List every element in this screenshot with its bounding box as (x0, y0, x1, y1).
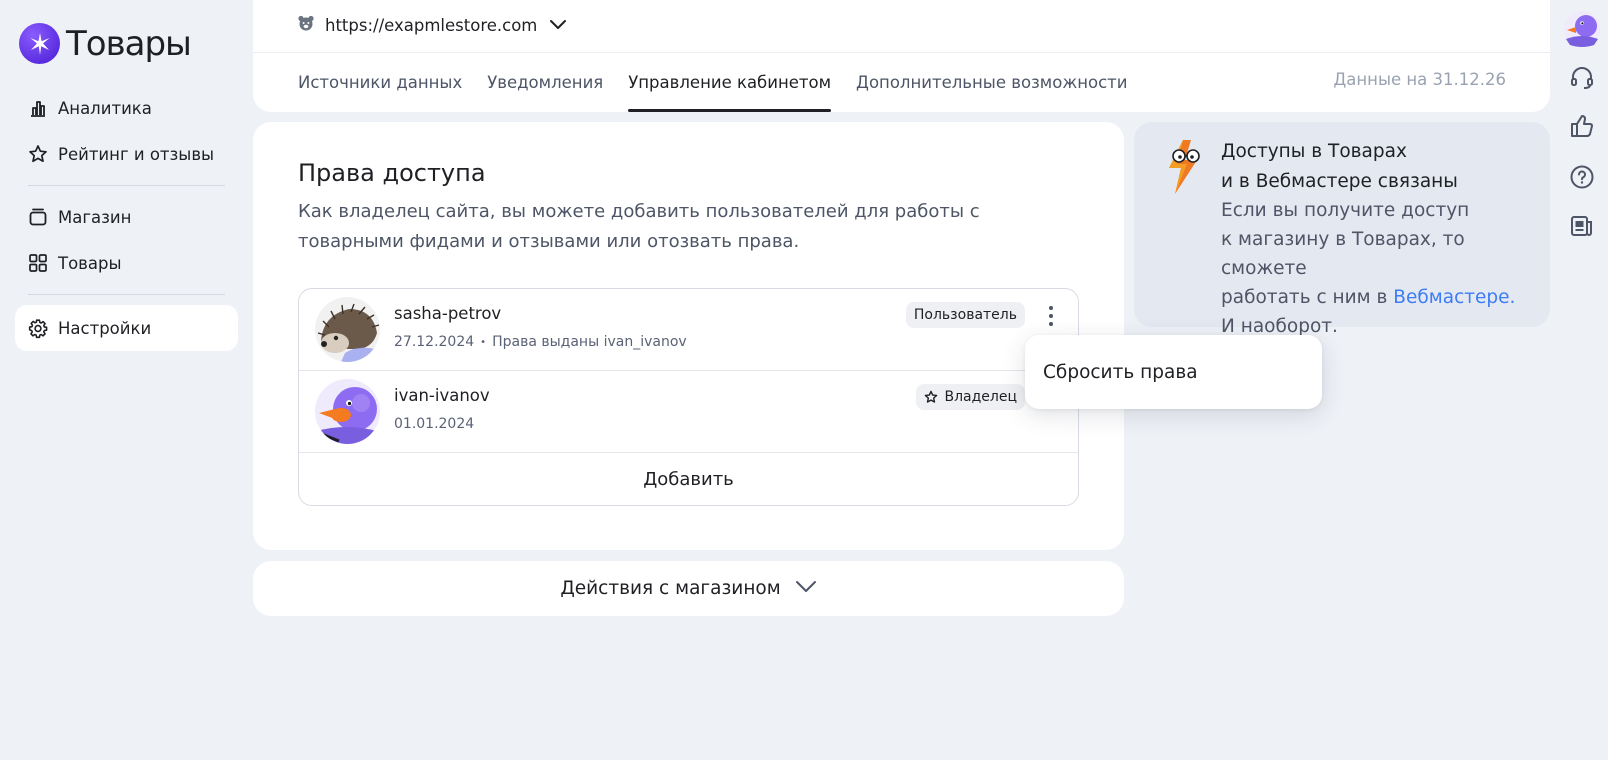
sidebar-item-label: Товары (58, 253, 122, 273)
chevron-down-icon (549, 16, 567, 35)
webmaster-link[interactable]: Вебмастере. (1393, 287, 1515, 308)
star-icon (924, 390, 938, 404)
sidebar-nav: Аналитика Рейтинг и отзывы Магазин Товар… (15, 85, 238, 351)
list-item: ivan-ivanov 01.01.2024 Владелец (299, 371, 1078, 453)
list-item: sasha-petrov 27.12.2024 • Права выданы i… (299, 289, 1078, 371)
section-description: Как владелец сайта, вы можете добавить п… (298, 201, 980, 252)
separator-dot: • (480, 336, 487, 348)
sidebar-item-store[interactable]: Магазин (15, 194, 238, 240)
sidebar-item-label: Рейтинг и отзывы (58, 144, 215, 164)
grid-icon (28, 253, 48, 273)
help-icon[interactable] (1564, 159, 1600, 195)
user-actions-menu: Сбросить права (1025, 335, 1322, 409)
info-title-line: Доступы в Товарах (1221, 141, 1407, 162)
news-icon[interactable] (1564, 208, 1600, 244)
chart-bar-icon (28, 98, 48, 118)
section-title: Права доступа (298, 159, 486, 187)
app-title: Товары (66, 23, 192, 64)
support-headset-icon[interactable] (1564, 60, 1600, 96)
sidebar-item-label: Магазин (58, 207, 132, 227)
sidebar: Товары Аналитика Рейтинг и отзывы Магази… (0, 0, 245, 760)
access-card: Права доступа Как владелец сайта, вы мож… (253, 122, 1124, 550)
star-icon (28, 144, 48, 164)
tab-notifications[interactable]: Уведомления (487, 52, 603, 112)
sidebar-divider (28, 294, 225, 295)
user-date: 01.01.2024 (394, 416, 475, 432)
store-actions-toggle[interactable]: Действия с магазином (253, 561, 1124, 616)
add-user-button[interactable]: Добавить (299, 453, 1078, 505)
tab-data-sources[interactable]: Источники данных (298, 52, 462, 112)
sidebar-divider (28, 185, 225, 186)
sidebar-item-products[interactable]: Товары (15, 240, 238, 286)
more-options-icon[interactable] (1041, 304, 1061, 328)
info-text: Если вы получите доступ к магазину в Тов… (1221, 196, 1541, 341)
user-meta: 01.01.2024 (394, 416, 474, 432)
tab-additional-features[interactable]: Дополнительные возможности (856, 52, 1127, 112)
info-text-line: Если вы получите доступ (1221, 200, 1470, 221)
avatar-duck (315, 379, 380, 444)
user-name: sasha-petrov (394, 304, 502, 323)
header-card: https://exapmlestore.com Источники данны… (253, 0, 1550, 112)
store-icon (28, 207, 48, 227)
logo-star-icon (19, 23, 60, 64)
info-text-fragment: работать с ним в (1221, 287, 1388, 308)
info-card: Доступы в Товарах и в Вебмастере связаны… (1134, 122, 1550, 337)
info-title: Доступы в Товарах и в Вебмастере связаны (1221, 137, 1541, 197)
thumbs-up-icon[interactable] (1564, 108, 1600, 144)
user-date: 27.12.2024 (394, 334, 475, 350)
role-badge-owner: Владелец (916, 384, 1025, 410)
sidebar-item-label: Настройки (58, 318, 152, 338)
info-text-line: к магазину в Товарах, то сможете (1221, 229, 1465, 279)
role-label: Владелец (944, 389, 1017, 405)
info-text-line: работать с ним в Вебмастере. (1221, 283, 1541, 312)
role-badge: Пользователь (905, 302, 1025, 328)
store-actions-label: Действия с магазином (560, 578, 781, 599)
chevron-down-icon (795, 579, 817, 598)
users-list: sasha-petrov 27.12.2024 • Права выданы i… (298, 288, 1079, 506)
info-title-line: и в Вебмастере связаны (1221, 171, 1458, 192)
bear-site-icon (297, 14, 315, 36)
user-name: ivan-ivanov (394, 386, 490, 405)
gear-icon (28, 318, 48, 338)
right-rail (1558, 0, 1608, 760)
user-granted-by: Права выданы ivan_ivanov (492, 334, 687, 350)
app-logo[interactable]: Товары (19, 23, 192, 64)
data-date: Данные на 31.12.26 (1333, 70, 1506, 89)
tabs: Источники данных Уведомления Управление … (298, 52, 1153, 112)
user-avatar[interactable] (1564, 11, 1600, 47)
tab-account-management[interactable]: Управление кабинетом (628, 52, 831, 112)
user-meta: 27.12.2024 • Права выданы ivan_ivanov (394, 334, 687, 350)
sidebar-item-label: Аналитика (58, 98, 152, 118)
sidebar-item-analytics[interactable]: Аналитика (15, 85, 238, 131)
sidebar-item-reviews[interactable]: Рейтинг и отзывы (15, 131, 238, 177)
lightning-mascot-icon (1161, 138, 1207, 198)
menu-item-reset-rights[interactable]: Сбросить права (1043, 362, 1198, 383)
site-selector[interactable]: https://exapmlestore.com (297, 13, 567, 37)
site-url: https://exapmlestore.com (325, 15, 538, 35)
avatar-hedgehog (315, 297, 380, 362)
sidebar-item-settings[interactable]: Настройки (15, 305, 238, 351)
